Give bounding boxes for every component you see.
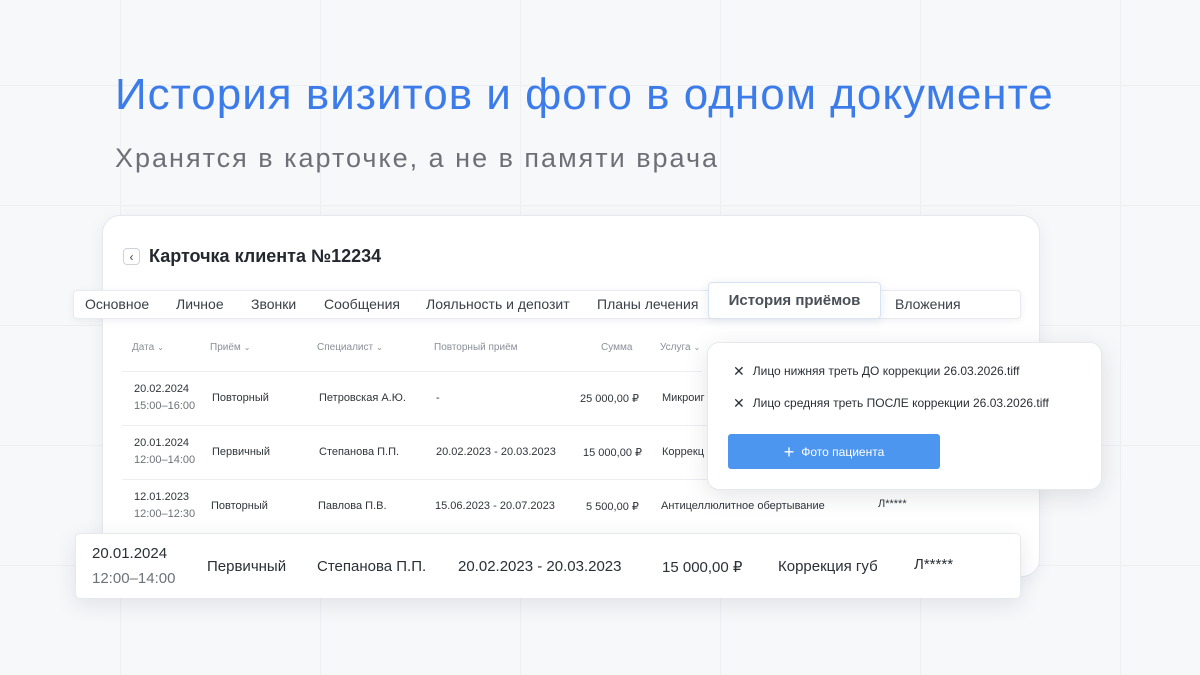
header-visit[interactable]: Приём ⌄ (210, 342, 250, 353)
row-specialist: Степанова П.П. (319, 446, 400, 458)
tab-treatment-plans[interactable]: Планы лечения (597, 291, 698, 318)
chevron-down-icon: ⌄ (376, 343, 383, 352)
row-visit: Повторный (212, 392, 269, 404)
tab-attachments[interactable]: Вложения (895, 291, 961, 318)
header-sum: Сумма (601, 342, 633, 353)
row-date: 20.01.2024 (134, 437, 190, 449)
attachment-item: ✕ Лицо средняя треть ПОСЛЕ коррекции 26.… (733, 396, 1049, 410)
row-sum: 15 000,00 ₽ (583, 447, 642, 459)
row-time: 12:00–12:30 (134, 508, 196, 520)
plus-icon: + (783, 441, 795, 462)
button-label: Фото пациента (801, 444, 885, 459)
attachment-item: ✕ Лицо нижняя треть ДО коррекции 26.03.2… (733, 364, 1019, 378)
tab-visit-history[interactable]: История приёмов (708, 282, 881, 319)
attachments-popup: ✕ Лицо нижняя треть ДО коррекции 26.03.2… (707, 342, 1102, 490)
attachment-name[interactable]: Лицо средняя треть ПОСЛЕ коррекции 26.03… (753, 396, 1049, 410)
row-date: 20.02.2024 (134, 383, 190, 395)
tab-loyalty[interactable]: Лояльность и депозит (426, 291, 570, 318)
row-service: Микроиг (662, 392, 705, 404)
row-extra: Л***** (878, 498, 907, 510)
close-icon[interactable]: ✕ (733, 364, 745, 378)
row-sum: 15 000,00 ₽ (662, 559, 743, 576)
header-repeat: Повторный приём (434, 342, 518, 353)
row-visit: Первичный (212, 446, 270, 458)
row-service: Коррекция губ (778, 558, 878, 575)
row-repeat: 20.02.2023 - 20.03.2023 (458, 558, 622, 575)
row-visit: Повторный (211, 500, 268, 512)
row-date: 12.01.2023 (134, 491, 190, 503)
row-extra: Л***** (914, 556, 954, 573)
page-headline: История визитов и фото в одном документе (115, 70, 1054, 119)
row-date: 20.01.2024 (92, 545, 168, 562)
row-specialist: Петровская А.Ю. (319, 392, 406, 404)
row-specialist: Павлова П.В. (318, 500, 387, 512)
row-service: Коррекц (662, 446, 704, 458)
row-visit: Первичный (207, 558, 287, 575)
row-service: Антицеллюлитное обертывание (661, 500, 825, 512)
row-specialist: Степанова П.П. (317, 558, 427, 575)
row-time: 15:00–16:00 (134, 400, 196, 412)
chevron-down-icon: ⌄ (157, 343, 164, 352)
tab-messages[interactable]: Сообщения (324, 291, 400, 318)
row-repeat: 15.06.2023 - 20.07.2023 (435, 500, 555, 512)
close-icon[interactable]: ✕ (733, 396, 745, 410)
row-time: 12:00–14:00 (134, 454, 196, 466)
chevron-down-icon: ⌄ (243, 343, 251, 352)
add-patient-photo-button[interactable]: + Фото пациента (728, 434, 940, 469)
attachment-name[interactable]: Лицо нижняя треть ДО коррекции 26.03.202… (753, 364, 1020, 378)
back-button[interactable]: ‹ (123, 248, 140, 265)
row-repeat: - (436, 392, 440, 404)
row-time: 12:00–14:00 (92, 570, 176, 587)
row-repeat: 20.02.2023 - 20.03.2023 (436, 446, 556, 458)
tab-main[interactable]: Основное (85, 291, 149, 318)
header-service[interactable]: Услуга ⌄ (660, 342, 700, 353)
row-sum: 25 000,00 ₽ (580, 393, 639, 405)
page-subline: Хранятся в карточке, а не в памяти врача (115, 143, 720, 173)
header-date[interactable]: Дата ⌄ (132, 342, 164, 353)
highlighted-row[interactable]: 20.01.2024 12:00–14:00 Первичный Степано… (75, 533, 1021, 599)
chevron-down-icon: ⌄ (693, 343, 701, 352)
row-sum: 5 500,00 ₽ (586, 501, 639, 513)
tab-calls[interactable]: Звонки (251, 291, 296, 318)
chevron-left-icon: ‹ (129, 249, 134, 264)
card-header: ‹ Карточка клиента №12234 (123, 246, 381, 267)
tab-personal[interactable]: Личное (176, 291, 224, 318)
header-specialist[interactable]: Специалист ⌄ (317, 342, 383, 353)
card-title: Карточка клиента №12234 (149, 246, 382, 266)
